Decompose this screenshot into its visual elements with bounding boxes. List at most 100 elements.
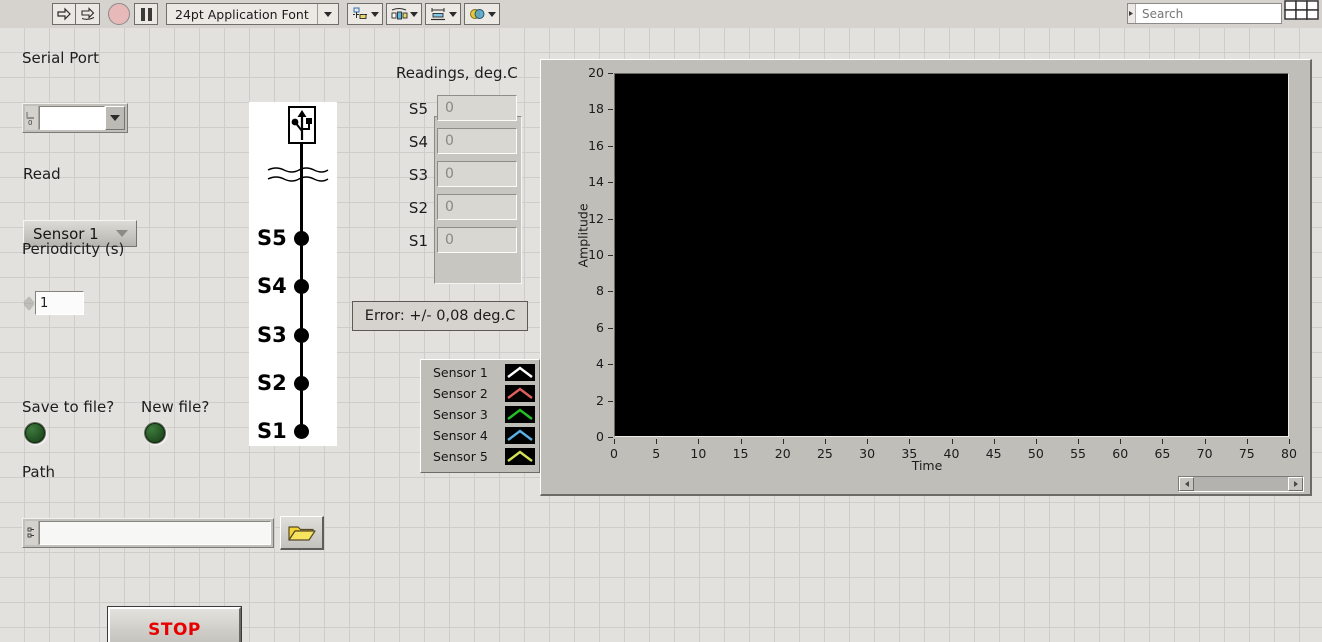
legend-item-label: Sensor 5 [433,449,488,464]
y-axis-tick-mark [608,437,613,438]
serial-port-chevron-down-icon[interactable] [105,106,125,130]
reading-row-label: S5 [408,100,428,118]
legend-item[interactable]: Sensor 1 [421,362,539,383]
error-text: Error: +/- 0,08 deg.C [364,308,516,324]
legend-item-swatch[interactable] [505,364,535,381]
distribute-objects-icon[interactable] [385,3,422,25]
window-grid-icon[interactable] [1284,0,1322,24]
serial-port-label: Serial Port [22,49,99,67]
save-to-file-led[interactable] [24,422,46,444]
legend-item[interactable]: Sensor 4 [421,425,539,446]
abort-stop-icon[interactable] [108,3,130,25]
chevron-down-icon[interactable] [409,11,418,17]
x-axis-tick-label: 70 [1196,446,1213,461]
path-field[interactable] [39,521,271,545]
chevron-down-icon[interactable] [487,11,496,17]
chain-node-label: S1 [257,419,287,443]
legend-item-label: Sensor 2 [433,386,488,401]
y-axis-tick-mark [608,145,613,147]
x-axis-tick-label: 55 [1070,446,1087,461]
periodicity-spin-buttons[interactable] [22,291,35,315]
font-selector-chevron-down-icon[interactable] [316,4,334,24]
plot-legend[interactable]: Sensor 1 Sensor 2 Sensor 3 Sensor 4 Sens… [420,359,540,473]
legend-item-swatch[interactable] [505,406,535,423]
new-file-led[interactable] [144,422,166,444]
water-surface-icon [267,164,329,190]
pause-bar-left [140,7,145,21]
path-glyph-icon [25,521,39,545]
x-axis-tick-mark [698,439,700,444]
y-axis-tick-label: 2 [596,392,604,408]
legend-item-swatch[interactable] [505,448,535,465]
x-axis-tick-label: 45 [985,446,1002,461]
serial-port-combo[interactable]: I 0 [22,103,128,133]
periodicity-stepper[interactable]: 1 [22,291,84,315]
plot-area[interactable] [614,73,1289,437]
legend-item-label: Sensor 4 [433,428,488,443]
path-control[interactable] [22,518,274,548]
folder-open-icon[interactable] [280,516,324,550]
run-continuous-icon[interactable] [76,3,100,25]
save-to-file-label: Save to file? [22,398,115,416]
pause-icon[interactable] [134,3,158,25]
search-grip-icon [1128,4,1136,23]
spinner-down-icon[interactable] [23,303,34,310]
arrow-left-icon[interactable] [1179,477,1194,491]
chevron-down-icon[interactable] [448,11,457,17]
chain-node-dot [294,376,309,391]
x-axis-tick-mark [993,439,995,444]
align-objects-icon[interactable] [346,3,383,25]
x-axis-tick-label: 35 [901,446,918,461]
x-axis-tick-label: 10 [690,446,707,461]
legend-item[interactable]: Sensor 2 [421,383,539,404]
x-axis-tick-mark [1120,439,1122,444]
legend-item-swatch[interactable] [505,427,535,444]
y-axis-tick-mark [608,218,613,220]
usb-connector-icon [286,106,318,156]
font-selector[interactable]: 24pt Application Font [166,3,339,25]
chevron-down-icon[interactable] [116,230,128,237]
x-axis-tick-mark [1078,439,1080,444]
legend-item[interactable]: Sensor 5 [421,446,539,467]
x-axis-tick-label: 5 [652,446,661,461]
waveform-chart[interactable]: Amplitude Time 0 2 4 6 8 10 12 14 16 18 20 0 5 10 15 2… [540,59,1312,496]
y-axis-tick-label: 0 [596,429,604,444]
x-axis-tick-mark [1289,439,1290,444]
chain-node-label: S2 [257,371,287,395]
x-axis-tick-mark [782,439,784,444]
reorder-objects-icon[interactable] [463,3,500,25]
y-axis-tick-mark [608,364,613,366]
search-input[interactable] [1136,5,1294,22]
run-arrow-icon[interactable] [52,3,76,25]
resize-objects-icon[interactable] [424,3,461,25]
reading-row-value: 0 [437,128,517,154]
x-axis-tick-label: 0 [610,446,618,461]
chain-node-dot [294,328,309,343]
spinner-up-icon[interactable] [23,296,34,303]
stop-button[interactable]: STOP [107,606,242,642]
readings-title: Readings, deg.C [396,64,518,82]
y-axis-tick-label: 4 [596,356,604,372]
x-axis-tick-mark [951,439,953,444]
chain-node-label: S4 [257,274,287,298]
periodicity-label: Periodicity (s) [22,240,125,258]
periodicity-value[interactable]: 1 [35,291,84,315]
reading-row-label: S1 [408,232,428,250]
serial-port-field[interactable] [39,106,105,130]
search-box[interactable] [1127,3,1309,24]
y-axis-tick-mark [608,73,613,74]
legend-item[interactable]: Sensor 3 [421,404,539,425]
reading-row-label: S4 [408,133,428,151]
font-selector-label: 24pt Application Font [175,6,309,22]
arrow-right-icon[interactable] [1288,477,1303,491]
legend-item-swatch[interactable] [505,385,535,402]
svg-text:0: 0 [28,119,32,126]
chevron-down-icon[interactable] [370,11,379,17]
x-axis-tick-mark [1246,439,1248,444]
pause-bar-right [147,7,152,21]
front-panel-canvas: Serial Port I 0 Read Sensor 1 Periodicit… [0,28,1322,642]
chart-horizontal-scrollbar[interactable] [1178,476,1304,492]
reading-row-value: 0 [437,194,517,220]
reading-row-value: 0 [437,161,517,187]
x-axis-tick-label: 30 [859,446,876,461]
